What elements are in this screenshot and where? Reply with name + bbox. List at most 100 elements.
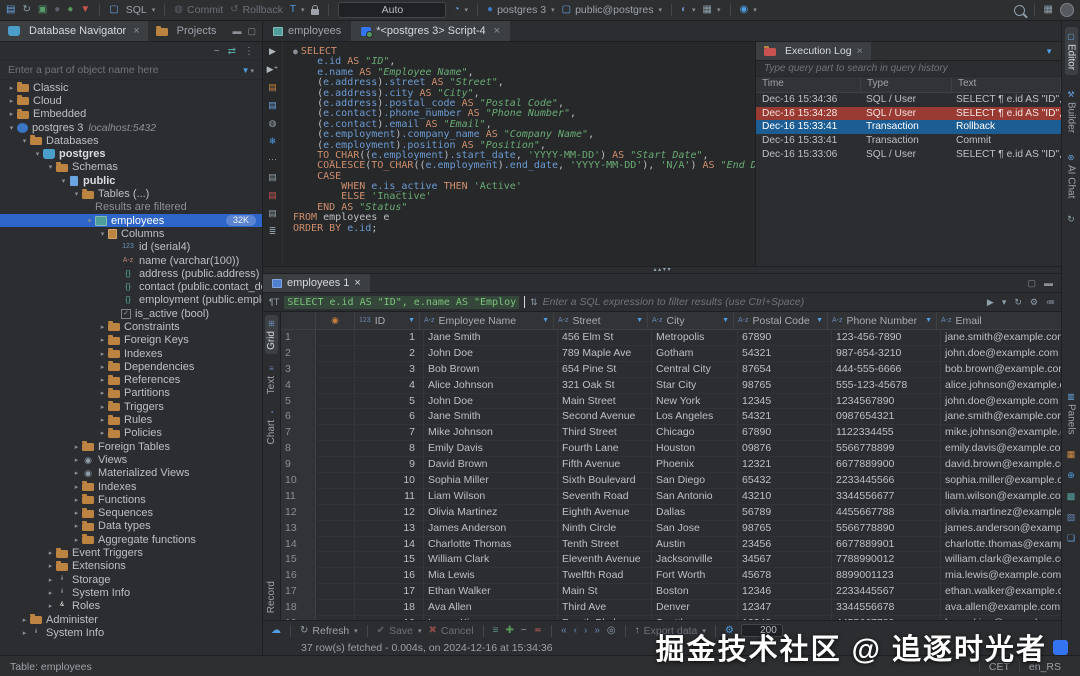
gear-icon[interactable]: ⚙ (1030, 297, 1038, 308)
table-row[interactable]: 55John DoeMain StreetNew York12345123456… (281, 394, 1061, 410)
tree-item-functions[interactable]: ▸Functions (0, 493, 262, 506)
tree-item-employees[interactable]: ▾employees32K (0, 214, 262, 227)
tree-item-extensions[interactable]: ▸Extensions (0, 560, 262, 573)
tree-item-references[interactable]: ▸References (0, 374, 262, 387)
twistie-icon[interactable]: ▾ (6, 124, 17, 132)
cell-employee-name[interactable]: Ethan Walker (424, 584, 558, 599)
cell-phone-number[interactable]: 5566778890 (832, 521, 941, 536)
twistie-icon[interactable]: ▸ (97, 363, 108, 371)
tree-item-partitions[interactable]: ▸Partitions (0, 387, 262, 400)
tx-file-icon[interactable]: ▤ (268, 100, 277, 110)
cell-email[interactable]: john.doe@example.com (941, 394, 1061, 409)
twistie-icon[interactable]: ▸ (45, 576, 56, 584)
view-tab-text[interactable]: ≡Text (265, 360, 278, 398)
refresh-button[interactable]: ↻Refresh▾ (300, 625, 358, 637)
history-clock-icon[interactable]: ◔▾ (453, 4, 468, 16)
cell-employee-name[interactable]: David Brown (424, 457, 558, 472)
table-row[interactable]: 1212Olivia MartinezEighth AvenueDallas56… (281, 505, 1061, 521)
structure-icon[interactable]: ≣ (269, 226, 277, 236)
add-row-icon[interactable]: ✚ (505, 625, 513, 637)
options-icon[interactable]: ≔ (1046, 297, 1055, 308)
database-selector[interactable]: ●postgres 3▾ (487, 4, 555, 16)
log-doc-icon[interactable]: ▤ (268, 208, 277, 218)
cell-street[interactable]: Third Street (558, 425, 652, 440)
tx-mode-select[interactable]: Auto (338, 2, 446, 18)
tree-item-cloud[interactable]: ▸Cloud (0, 94, 262, 107)
table-row[interactable]: 88Emily DavisFourth LaneHouston098765566… (281, 441, 1061, 457)
column-header-phone-number[interactable]: A-zPhone Number▼ (828, 312, 937, 329)
editor-tab-script-4[interactable]: *<postgres 3> Script-4 × (351, 21, 510, 41)
table-row[interactable]: 44Alice Johnson321 Oak StStar City987655… (281, 378, 1061, 394)
log-search-field[interactable]: Type query part to search in query histo… (756, 61, 1061, 77)
cell-phone-number[interactable]: 987-654-3210 (832, 346, 941, 361)
log-row[interactable]: Dec-16 15:33:41TransactionCommit (756, 134, 1061, 148)
tree-item-materialized-views[interactable]: ▸◉Materialized Views (0, 467, 262, 480)
pages-icon[interactable]: ❏ (1067, 533, 1075, 544)
cell-street[interactable]: 789 Maple Ave (558, 346, 652, 361)
twistie-icon[interactable]: ▸ (6, 97, 17, 105)
tool-tab-builder[interactable]: ⚒Builder (1065, 85, 1078, 138)
cell-id[interactable]: 4 (355, 378, 424, 393)
cell-city[interactable]: Metropolis (652, 330, 738, 345)
cell-id[interactable]: 14 (355, 537, 424, 552)
cell-email[interactable]: emily.davis@example.com (941, 441, 1061, 456)
cell-postal-code[interactable]: 12346 (738, 584, 832, 599)
tree-item-foreign-keys[interactable]: ▸Foreign Keys (0, 334, 262, 347)
lock-icon[interactable] (311, 9, 319, 15)
cell-phone-number[interactable]: 2233445567 (832, 584, 941, 599)
cell-city[interactable]: Austin (652, 537, 738, 552)
tree-item-embedded[interactable]: ▸Embedded (0, 108, 262, 121)
cell-email[interactable]: mike.johnson@example.com (941, 425, 1061, 440)
cell-city[interactable]: Central City (652, 362, 738, 377)
cell-email[interactable]: ava.allen@example.com (941, 600, 1061, 615)
user-active-icon[interactable]: ● (67, 4, 73, 16)
cell-street[interactable]: Third Ave (558, 600, 652, 615)
cell-id[interactable]: 18 (355, 600, 424, 615)
cell-street[interactable]: Fifth Avenue (558, 457, 652, 472)
table-row[interactable]: 1010Sophia MillerSixth BoulevardSan Dieg… (281, 473, 1061, 489)
cell-phone-number[interactable]: 3344556677 (832, 489, 941, 504)
column-header-id[interactable]: 123ID▼ (355, 312, 420, 329)
twistie-icon[interactable]: ▾ (84, 217, 95, 225)
cell-id[interactable]: 6 (355, 409, 424, 424)
tree-item-col-is-active[interactable]: ✓is_active (bool) (0, 307, 262, 320)
cell-city[interactable]: Houston (652, 441, 738, 456)
cell-phone-number[interactable]: 2233445566 (832, 473, 941, 488)
prev-page-icon[interactable]: ‹ (574, 625, 577, 637)
filter-caret-icon[interactable]: ▼ (408, 317, 415, 324)
cell-street[interactable]: Eleventh Avenue (558, 552, 652, 567)
cell-employee-name[interactable]: John Doe (424, 346, 558, 361)
twistie-icon[interactable]: ▸ (6, 84, 17, 92)
cell-employee-name[interactable]: Mia Lewis (424, 568, 558, 583)
rollback-button[interactable]: ↺Rollback (230, 4, 283, 16)
cell-postal-code[interactable]: 23456 (738, 537, 832, 552)
cell-postal-code[interactable]: 12347 (738, 600, 832, 615)
tree-item-schemas[interactable]: ▾Schemas (0, 161, 262, 174)
user-icon[interactable]: ● (54, 4, 60, 16)
cell-postal-code[interactable]: 65432 (738, 473, 832, 488)
cell-street[interactable]: Ninth Circle (558, 521, 652, 536)
view-tab-record[interactable]: Record (265, 577, 278, 617)
log-column-type[interactable]: Type (861, 77, 952, 92)
cell-id[interactable]: 12 (355, 505, 424, 520)
tree-item-sequences[interactable]: ▸Sequences (0, 507, 262, 520)
cloud-upload-icon[interactable]: ☁ (271, 625, 281, 637)
cell-city[interactable]: New York (652, 394, 738, 409)
log-row[interactable]: Dec-16 15:33:06SQL / UserSELECT ¶ e.id A… (756, 147, 1061, 161)
cell-city[interactable]: Phoenix (652, 457, 738, 472)
cell-postal-code[interactable]: 67890 (738, 330, 832, 345)
presentation-icon[interactable]: ◐▾ (681, 4, 696, 16)
web-console-icon[interactable]: ◍ (269, 118, 277, 128)
twistie-icon[interactable]: ▸ (19, 629, 30, 637)
services-icon[interactable]: ❄ (269, 136, 277, 146)
table-row[interactable]: 1717Ethan WalkerMain StBoston12346223344… (281, 584, 1061, 600)
table-row[interactable]: 1515William ClarkEleventh AvenueJacksonv… (281, 552, 1061, 568)
splitter-arrows[interactable]: ▴ ▴ ▾ ▾ (653, 267, 670, 273)
cell-employee-name[interactable]: Jane Smith (424, 330, 558, 345)
more-dots-icon[interactable]: ⋯ (268, 154, 277, 164)
column-header-street[interactable]: A-zStreet▼ (554, 312, 648, 329)
tab-projects[interactable]: Projects (148, 21, 225, 41)
tree-item-classic[interactable]: ▸Classic (0, 81, 262, 94)
cell-id[interactable]: 15 (355, 552, 424, 567)
tree-item-system-info-2[interactable]: ▸iSystem Info (0, 626, 262, 639)
